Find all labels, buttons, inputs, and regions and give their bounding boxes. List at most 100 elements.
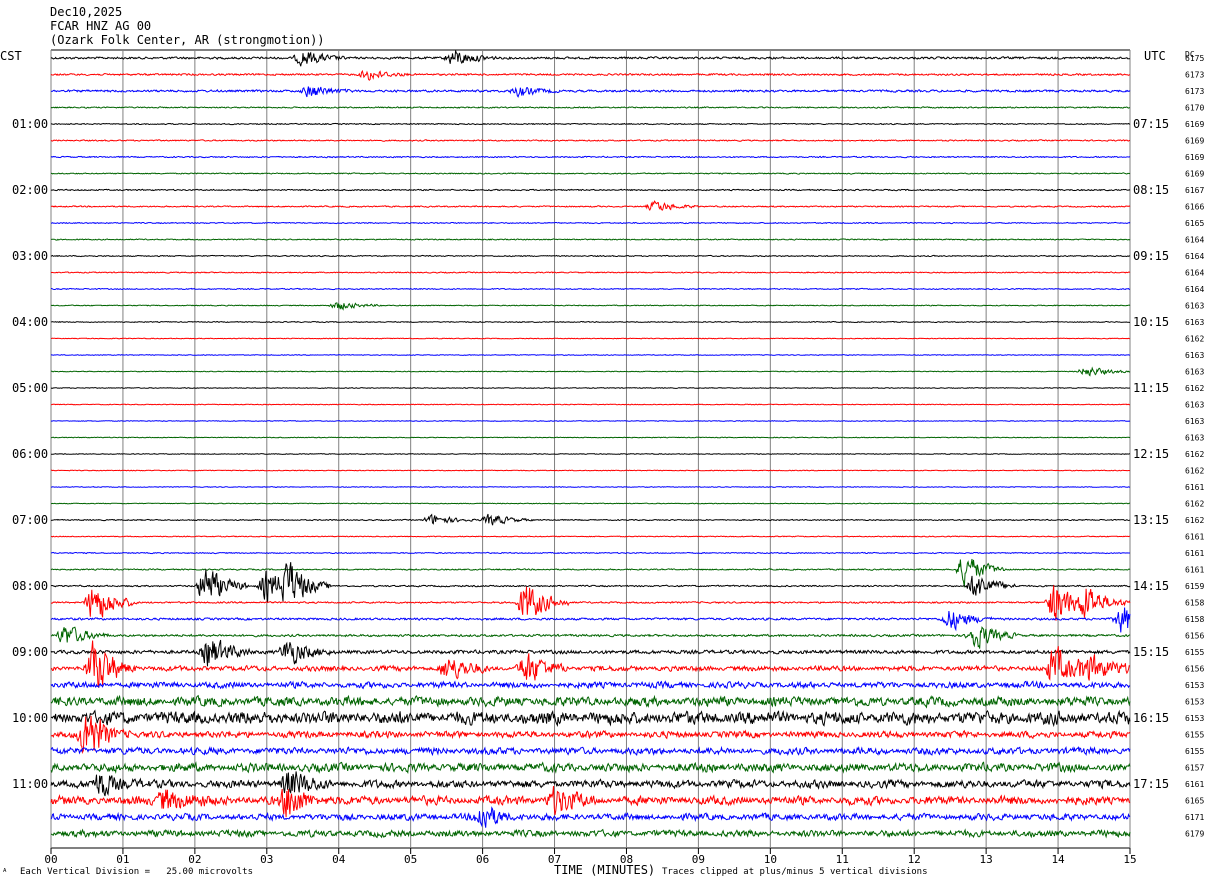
seismic-trace-row bbox=[50, 387, 1131, 389]
seismic-trace-row bbox=[50, 420, 1131, 422]
seismic-trace-row bbox=[51, 486, 1130, 488]
seismic-trace-row bbox=[51, 502, 1131, 505]
utc-hour-label: 09:15 bbox=[1133, 249, 1169, 263]
seismic-trace-row bbox=[50, 562, 1131, 603]
dc-offset-value: 6179 bbox=[1185, 830, 1204, 839]
dc-offset-value: 6163 bbox=[1185, 302, 1204, 311]
dc-offset-value: 6162 bbox=[1185, 500, 1204, 509]
utc-hour-label: 08:15 bbox=[1133, 183, 1169, 197]
dc-offset-value: 6161 bbox=[1185, 549, 1204, 558]
seismic-trace-row bbox=[50, 806, 1131, 828]
dc-offset-value: 6158 bbox=[1185, 615, 1204, 624]
seismic-trace-row bbox=[50, 761, 1131, 774]
x-tick-label: 15 bbox=[1123, 853, 1136, 866]
seismic-trace-row bbox=[50, 366, 1131, 377]
dc-offset-value: 6157 bbox=[1185, 764, 1204, 773]
dc-offset-value: 6161 bbox=[1185, 533, 1204, 542]
dc-offset-value: 6175 bbox=[1185, 54, 1204, 63]
dc-offset-value: 6153 bbox=[1185, 681, 1204, 690]
dc-offset-value: 6156 bbox=[1185, 665, 1204, 674]
dc-offset-value: 6169 bbox=[1185, 120, 1204, 129]
utc-hour-label: 12:15 bbox=[1133, 447, 1169, 461]
dc-offset-value: 6163 bbox=[1185, 401, 1204, 410]
x-tick-label: 03 bbox=[260, 853, 273, 866]
seismic-trace-row bbox=[50, 50, 1130, 67]
cst-hour-label: 05:00 bbox=[12, 381, 48, 395]
cst-hour-label: 02:00 bbox=[12, 183, 48, 197]
dc-offset-value: 6164 bbox=[1185, 269, 1204, 278]
seismic-trace-row bbox=[50, 469, 1131, 472]
seismic-trace-row bbox=[50, 745, 1131, 757]
dc-offset-value: 6163 bbox=[1185, 434, 1204, 443]
seismic-trace-row bbox=[50, 69, 1131, 81]
scale-note: Each Vertical Division = 25.00 microvolt… bbox=[20, 867, 253, 877]
cst-hour-label: 04:00 bbox=[12, 315, 48, 329]
seismic-trace-row bbox=[50, 188, 1131, 192]
dc-offset-value: 6155 bbox=[1185, 747, 1204, 756]
seismic-trace-row bbox=[50, 172, 1131, 175]
left-axis-label: CST bbox=[0, 49, 22, 63]
seismic-trace-row bbox=[50, 771, 1131, 797]
utc-hour-label: 15:15 bbox=[1133, 645, 1169, 659]
dc-offset-value: 6153 bbox=[1185, 698, 1204, 707]
seismic-trace-row bbox=[50, 254, 1131, 258]
dc-offset-value: 6163 bbox=[1185, 318, 1204, 327]
x-tick-label: 10 bbox=[764, 853, 777, 866]
seismic-trace-row bbox=[50, 785, 1131, 818]
x-tick-label: 06 bbox=[476, 853, 489, 866]
dc-offset-value: 6169 bbox=[1185, 153, 1204, 162]
dc-offset-value: 6166 bbox=[1185, 203, 1204, 212]
x-tick-label: 04 bbox=[332, 853, 346, 866]
dc-offset-value: 6173 bbox=[1185, 71, 1204, 80]
x-tick-label: 05 bbox=[404, 853, 417, 866]
seismic-trace-row bbox=[50, 607, 1131, 633]
seismic-trace-row bbox=[50, 320, 1130, 324]
x-tick-label: 11 bbox=[836, 853, 849, 866]
seismic-trace-row bbox=[50, 122, 1131, 126]
seismic-trace-row bbox=[50, 694, 1131, 709]
x-axis-title: TIME (MINUTES) bbox=[554, 863, 656, 877]
dc-offset-value: 6164 bbox=[1185, 252, 1204, 261]
utc-hour-label: 16:15 bbox=[1133, 711, 1169, 725]
seismic-trace-row bbox=[50, 639, 1131, 667]
seismic-trace-row bbox=[50, 221, 1131, 225]
dc-offset-value: 6155 bbox=[1185, 648, 1204, 657]
dc-offset-value: 6161 bbox=[1185, 483, 1204, 492]
dc-offset-value: 6162 bbox=[1185, 516, 1204, 525]
x-tick-label: 12 bbox=[908, 853, 921, 866]
dc-offset-value: 6162 bbox=[1185, 335, 1204, 344]
seismic-trace-row bbox=[50, 238, 1131, 241]
dc-offset-value: 6159 bbox=[1185, 582, 1204, 591]
dc-offset-value: 6158 bbox=[1185, 599, 1204, 608]
helicorder-chart: 00 01 02 03 04 05 06 07 08 09 10 11 12 13 14 15CST UTC DC… bbox=[0, 49, 1204, 866]
seismic-trace-row bbox=[51, 828, 1131, 839]
utc-hour-label: 11:15 bbox=[1133, 381, 1169, 395]
seismic-trace-row bbox=[50, 551, 1130, 555]
x-tick-label: 09 bbox=[692, 853, 705, 866]
cst-hour-label: 01:00 bbox=[12, 117, 48, 131]
seismic-trace-row bbox=[50, 436, 1131, 439]
dc-offset-value: 6161 bbox=[1185, 780, 1204, 789]
seismic-trace-row bbox=[50, 680, 1131, 690]
dc-offset-value: 6165 bbox=[1185, 797, 1204, 806]
cst-hour-label: 11:00 bbox=[12, 777, 48, 791]
cst-hour-label: 06:00 bbox=[12, 447, 48, 461]
utc-hour-label: 13:15 bbox=[1133, 513, 1169, 527]
cst-hour-label: 07:00 bbox=[12, 513, 48, 527]
seismic-trace-row bbox=[50, 86, 1131, 98]
dc-offset-value: 6169 bbox=[1185, 137, 1204, 146]
dc-offset-value: 6164 bbox=[1185, 236, 1204, 245]
seismic-trace-row bbox=[50, 585, 1131, 621]
dc-offset-value: 6153 bbox=[1185, 714, 1204, 723]
seismic-trace-row bbox=[51, 453, 1131, 455]
seismic-trace-row bbox=[50, 287, 1131, 291]
seismic-trace-row bbox=[50, 354, 1131, 356]
seismic-trace-row bbox=[50, 139, 1131, 142]
dc-offset-value: 6170 bbox=[1185, 104, 1204, 113]
seismic-trace-row bbox=[50, 513, 1131, 526]
cst-hour-label: 03:00 bbox=[12, 249, 48, 263]
utc-hour-label: 14:15 bbox=[1133, 579, 1169, 593]
seismic-trace-row bbox=[50, 302, 1131, 311]
dc-offset-value: 6163 bbox=[1185, 368, 1204, 377]
seismic-trace-row bbox=[50, 200, 1131, 212]
